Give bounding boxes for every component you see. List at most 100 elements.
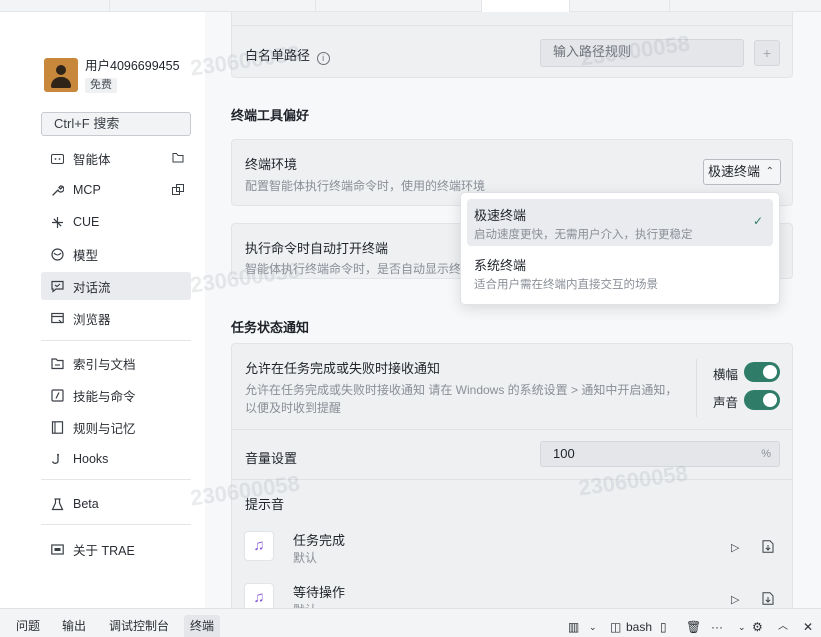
maximize-panel-icon[interactable]: ︿ (778, 620, 788, 634)
volume-label: 音量设置 (245, 451, 298, 466)
sidebar-item-label: 技能与命令 (73, 389, 136, 404)
sidebar-item-label: Beta (73, 497, 99, 511)
banner-toggle[interactable] (744, 362, 780, 382)
music-note-icon: ♫ (244, 531, 274, 561)
import-sound-icon[interactable] (762, 540, 774, 553)
info-icon[interactable]: i (316, 52, 330, 65)
user-profile[interactable]: 用户4096699455 免费 (44, 58, 180, 93)
tone-title: 等待操作 (293, 585, 346, 600)
tone-sub: 默认 (293, 551, 318, 565)
user-name: 用户4096699455 (85, 59, 180, 73)
tone-label: 提示音 (245, 497, 285, 512)
terminal-prefs-heading: 终端工具偏好 (231, 108, 310, 123)
tab-debug-console[interactable]: 调试控制台 (103, 615, 175, 637)
play-icon[interactable]: ▷ (731, 541, 739, 554)
sidebar-item-label: 规则与记忆 (73, 421, 136, 436)
sidebar-item-chat-flow[interactable]: 对话流 (41, 272, 191, 300)
sidebar-item-index[interactable]: 索引与文档 (41, 349, 191, 377)
notify-title: 允许在任务完成或失败时接收通知 (245, 361, 441, 376)
settings-search-input[interactable]: Ctrl+F 搜索 (41, 112, 191, 136)
percent-unit: % (761, 448, 771, 460)
index-icon (50, 356, 64, 370)
chevron-down-icon[interactable]: ⌄ (589, 620, 597, 634)
dropdown-option-fast-terminal[interactable]: 极速终端 启动速度更快，无需用户介入，执行更稳定 ✓ (467, 199, 773, 246)
add-path-button[interactable]: + (754, 40, 780, 66)
layout-icon[interactable]: ▥ (568, 620, 579, 634)
sidebar-item-skills[interactable]: 技能与命令 (41, 381, 191, 409)
plan-badge: 免费 (85, 78, 117, 93)
dropdown-option-system-terminal[interactable]: 系统终端 适合用户需在终端内直接交互的场景 (467, 249, 773, 296)
beta-icon (50, 497, 64, 511)
more-icon[interactable]: ··· (711, 620, 723, 634)
terminal-env-title: 终端环境 (245, 157, 298, 172)
top-tab[interactable] (0, 0, 110, 12)
terminal-env-desc: 配置智能体执行终端命令时，使用的终端环境 (245, 179, 486, 193)
whitelist-path-input[interactable]: 输入路径规则 (540, 39, 744, 67)
sidebar-item-model[interactable]: 模型 (41, 240, 191, 268)
import-sound-icon[interactable] (762, 592, 774, 605)
trash-icon[interactable]: 🗑 (686, 620, 701, 634)
sidebar-item-label: 关于 TRAE (73, 543, 135, 558)
top-tab-active[interactable] (482, 0, 570, 12)
top-tab-strip (0, 0, 821, 12)
sound-toggle[interactable] (744, 390, 780, 410)
sidebar-item-label: 模型 (73, 248, 99, 263)
external-link-icon[interactable] (172, 152, 184, 163)
auto-open-title: 执行命令时自动打开终端 (245, 241, 389, 256)
sidebar-item-rules[interactable]: 规则与记忆 (41, 413, 191, 441)
sidebar-item-label: 智能体 (73, 152, 111, 167)
sidebar-item-label: 索引与文档 (73, 357, 136, 372)
tone-title: 任务完成 (293, 533, 346, 548)
split-terminal-icon[interactable]: ▯ (660, 620, 667, 634)
banner-label: 横幅 (713, 368, 739, 382)
sidebar-item-hooks[interactable]: Hooks (41, 445, 191, 473)
wrench-icon (50, 183, 64, 197)
card-divider (232, 25, 792, 26)
chevron-up-icon: ⌃ (765, 166, 774, 177)
auto-open-desc: 智能体执行终端命令时，是否自动显示终 (245, 262, 462, 276)
close-icon[interactable]: ✕ (803, 620, 813, 634)
check-icon: ✓ (752, 214, 763, 228)
external-link-icon[interactable] (172, 184, 184, 195)
volume-input[interactable]: 100 % (540, 441, 780, 467)
chat-flow-icon (50, 279, 64, 293)
tab-terminal[interactable]: 终端 (184, 615, 221, 637)
task-notify-heading: 任务状态通知 (231, 320, 310, 335)
sidebar-item-beta[interactable]: Beta (41, 490, 191, 518)
skill-icon (50, 388, 64, 402)
sidebar-item-browser[interactable]: 浏览器 (41, 304, 191, 332)
sidebar-item-cue[interactable]: CUE (41, 208, 191, 236)
top-tab[interactable] (316, 0, 482, 12)
sidebar-divider (41, 340, 191, 341)
chevron-down-icon[interactable]: ⌄ (738, 620, 746, 634)
task-notify-card: 允许在任务完成或失败时接收通知 允许在任务完成或失败时接收通知 请在 Windo… (231, 343, 793, 608)
settings-icon[interactable]: ⚙ (752, 620, 763, 634)
settings-main-panel: 白名单路径 i 输入路径规则 + 终端工具偏好 终端环境 配置智能体执行终端命令… (205, 12, 821, 608)
sidebar-item-label: MCP (73, 183, 101, 197)
top-tab[interactable] (570, 0, 670, 12)
about-icon (50, 542, 64, 556)
top-tab[interactable] (110, 0, 316, 12)
card-divider (232, 429, 792, 430)
play-icon[interactable]: ▷ (731, 593, 739, 606)
sidebar-item-agent[interactable]: 智能体 (41, 144, 191, 172)
sidebar-divider (41, 524, 191, 525)
sidebar-item-mcp[interactable]: MCP (41, 176, 191, 204)
tab-output[interactable]: 输出 (56, 615, 92, 637)
sidebar-item-about[interactable]: 关于 TRAE (41, 535, 191, 563)
tab-problems[interactable]: 问题 (10, 615, 46, 637)
browser-icon (50, 311, 64, 325)
shell-name[interactable]: bash (626, 620, 652, 634)
terminal-env-select[interactable]: 极速终端 ⌃ (703, 159, 781, 185)
sidebar-item-label: CUE (73, 215, 100, 229)
split-icon[interactable]: ◫ (610, 620, 621, 634)
avatar (44, 58, 78, 92)
vertical-divider (696, 359, 697, 417)
model-icon (50, 247, 64, 261)
terminal-env-dropdown: 极速终端 启动速度更快，无需用户介入，执行更稳定 ✓ 系统终端 适合用户需在终端… (460, 192, 780, 305)
notify-desc-line1: 允许在任务完成或失败时接收通知 请在 Windows 的系统设置 > 通知中开启… (245, 383, 678, 397)
sidebar-divider (41, 479, 191, 480)
notify-desc-line2: 以便及时收到提醒 (245, 401, 342, 415)
hook-icon (50, 452, 64, 466)
whitelist-card: 白名单路径 i 输入路径规则 + (231, 12, 793, 78)
